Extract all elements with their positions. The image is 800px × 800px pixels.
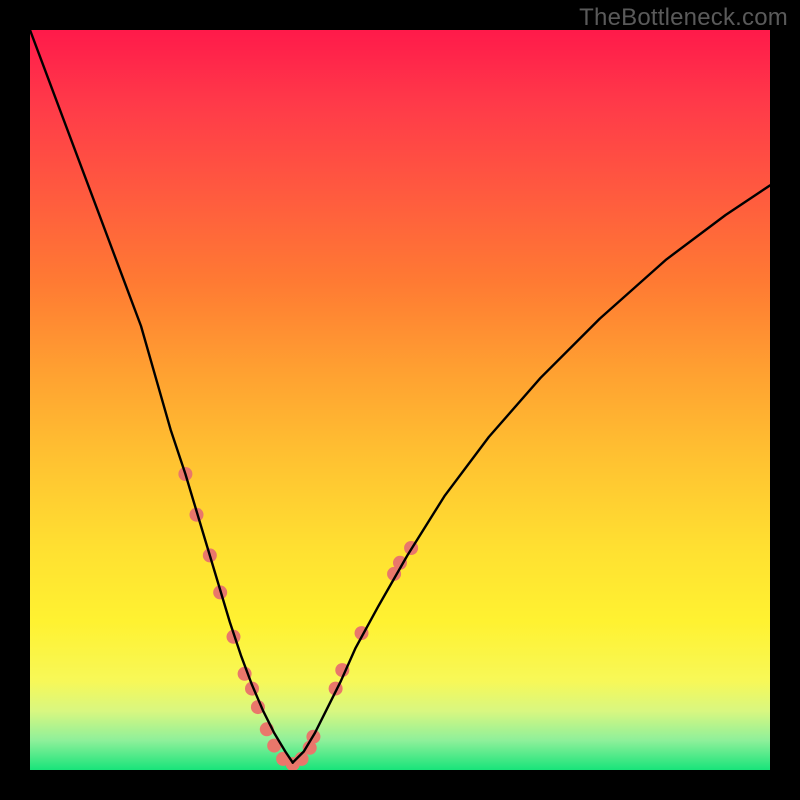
- chart-frame: TheBottleneck.com: [0, 0, 800, 800]
- watermark-text: TheBottleneck.com: [579, 4, 788, 32]
- chart-svg: [30, 30, 770, 770]
- series-right-curve: [293, 185, 770, 762]
- series-left-curve: [30, 30, 293, 763]
- curve-layer: [30, 30, 770, 763]
- plot-area: [30, 30, 770, 770]
- marker-layer: [178, 467, 418, 770]
